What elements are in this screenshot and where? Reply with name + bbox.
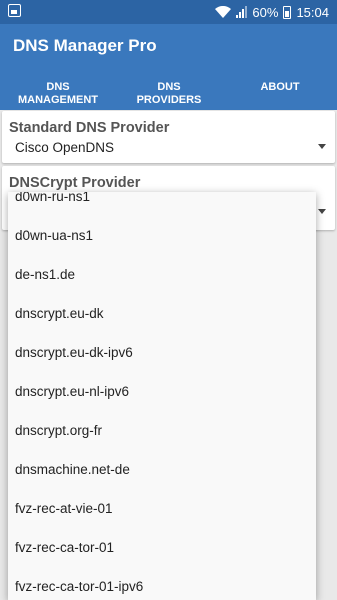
tab-dns-providers[interactable]: DNS PROVIDERS [124,81,214,107]
gallery-notification-icon [8,4,21,17]
wifi-icon [215,5,232,19]
dropdown-option[interactable]: dnsmachine.net-de [15,462,130,477]
battery-icon [283,5,292,19]
tab-dns-management[interactable]: DNS MANAGEMENT [10,81,106,107]
app-title: DNS Manager Pro [13,36,157,55]
dropdown-arrow-icon[interactable] [318,144,326,149]
dropdown-option[interactable]: fvz-rec-at-vie-01 [15,501,113,516]
dropdown-option[interactable]: fvz-rec-ca-tor-01-ipv6 [15,579,143,594]
dropdown-option[interactable]: dnscrypt.eu-nl-ipv6 [15,384,129,399]
dropdown-option[interactable]: dnscrypt.eu-dk-ipv6 [15,345,133,360]
dropdown-option[interactable]: dnscrypt.org-fr [15,423,102,438]
dropdown-option[interactable]: d0wn-ua-ns1 [15,228,93,243]
dropdown-option[interactable]: de-ns1.de [15,267,75,282]
standard-dns-provider-label: Standard DNS Provider [9,120,170,136]
dropdown-option[interactable]: fvz-rec-ca-tor-01 [15,540,114,555]
battery-percent: 60% [252,4,279,20]
signal-icon [236,6,248,18]
clock: 15:04 [296,4,329,20]
status-indicators: 60% 15:04 [215,3,329,21]
tab-about[interactable]: ABOUT [240,81,320,94]
dnscrypt-provider-label: DNSCrypt Provider [9,175,141,191]
dropdown-option[interactable]: d0wn-ru-ns1 [15,192,90,204]
app-bar: DNS Manager Pro [0,24,337,68]
standard-dns-provider-select[interactable]: Cisco OpenDNS [15,140,114,155]
standard-dns-provider-card: Standard DNS Provider Cisco OpenDNS [2,111,335,163]
status-bar: 60% 15:04 [0,0,337,24]
dropdown-option[interactable]: dnscrypt.eu-dk [15,306,104,321]
dropdown-arrow-icon[interactable] [318,209,326,214]
tab-bar: DNS MANAGEMENT DNS PROVIDERS ABOUT [0,68,337,110]
dnscrypt-provider-dropdown-list[interactable]: d0wn-ru-ns1 d0wn-ua-ns1 de-ns1.de dnscry… [8,192,316,600]
